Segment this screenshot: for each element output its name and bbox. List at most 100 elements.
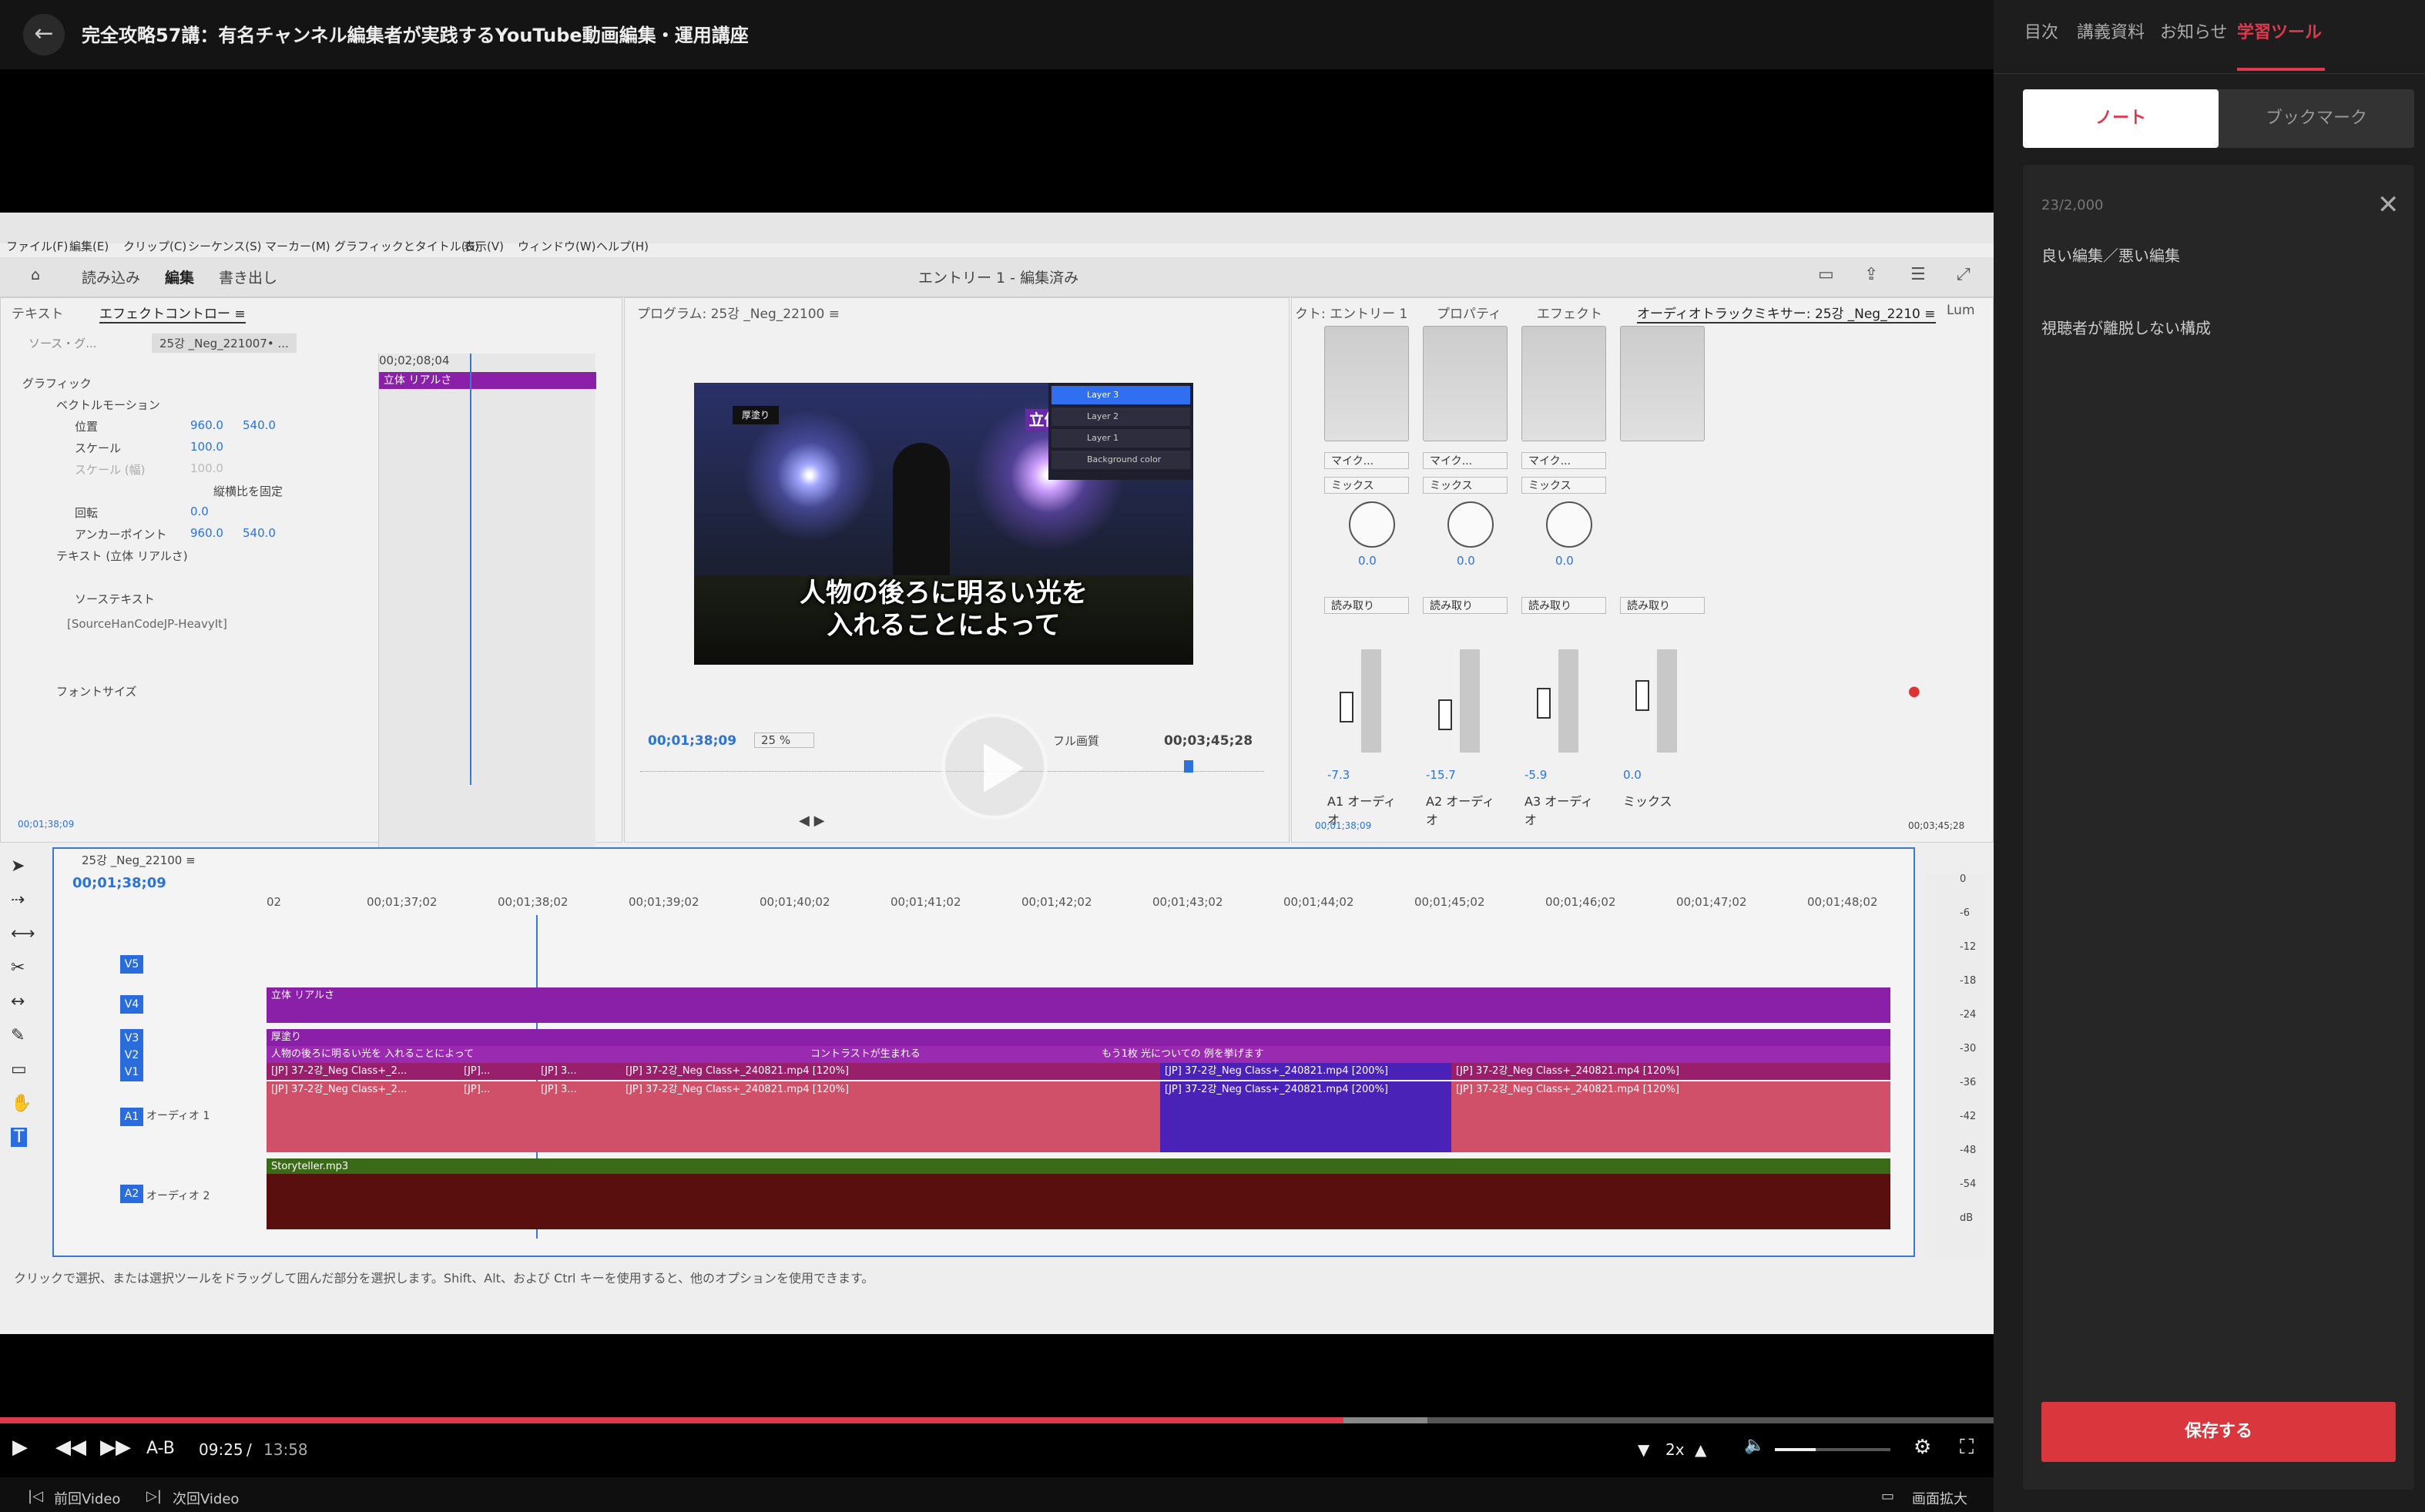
clip-a2-music[interactable]: Storyteller.mp3: [267, 1158, 1890, 1174]
scale-value[interactable]: 100.0: [190, 440, 223, 454]
automation-select[interactable]: 読み取り: [1521, 597, 1606, 614]
razor-icon[interactable]: ✂: [11, 958, 25, 977]
clip-v1[interactable]: [JP] 37-2강_Neg Class+_240821.mp4 [120%]: [621, 1063, 1160, 1080]
clip-v1[interactable]: [JP] 3...: [536, 1063, 621, 1080]
speed-down-icon[interactable]: ▼: [1638, 1440, 1649, 1459]
clip-v1[interactable]: [JP]...: [459, 1063, 536, 1080]
track-label[interactable]: V5: [120, 955, 143, 974]
track-label[interactable]: A2: [120, 1185, 143, 1203]
segment-note[interactable]: ノート: [2023, 89, 2219, 148]
tab-toc[interactable]: 目次: [2024, 18, 2058, 43]
volume-fader[interactable]: [1635, 680, 1649, 711]
volume-slider[interactable]: [1775, 1448, 1890, 1451]
track-label[interactable]: V2: [120, 1046, 143, 1064]
forward-icon[interactable]: ▶▶: [100, 1436, 131, 1459]
pan-value[interactable]: 0.0: [1457, 554, 1475, 568]
video-frame[interactable]: ファイル(F) 編集(E) クリップ(C) シーケンス(S) マーカー(M) グ…: [0, 213, 1994, 1334]
clip-v2[interactable]: もう1枚 光についての 例を挙げます: [1097, 1046, 1890, 1063]
type-tool-icon[interactable]: T: [11, 1128, 28, 1147]
save-button[interactable]: 保存する: [2041, 1402, 2396, 1462]
lock-ratio[interactable]: 縦横比を固定: [213, 483, 283, 499]
settings-gear-icon[interactable]: ⚙: [1914, 1436, 1931, 1459]
anchor-y[interactable]: 540.0: [243, 526, 276, 540]
anchor-x[interactable]: 960.0: [190, 526, 223, 540]
theater-icon[interactable]: ▭: [1881, 1488, 1894, 1504]
volume-icon[interactable]: 🔈: [1744, 1436, 1765, 1455]
position-x[interactable]: 960.0: [190, 418, 223, 432]
next-video-link[interactable]: 次回Video: [173, 1488, 239, 1508]
rotation-value[interactable]: 0.0: [190, 505, 209, 518]
mode-select[interactable]: ミックス: [1324, 477, 1409, 494]
font-name[interactable]: [SourceHanCodeJP-HeavyIt]: [67, 617, 227, 631]
fullscreen-icon[interactable]: ⛶: [1960, 1436, 1974, 1460]
segment-bookmark[interactable]: ブックマーク: [2219, 89, 2414, 148]
tab-materials[interactable]: 講義資料: [2077, 18, 2145, 43]
prev-video-link[interactable]: 前回Video: [54, 1488, 120, 1508]
ripple-icon[interactable]: ⟷: [11, 924, 35, 944]
note-editor[interactable]: 23/2,000 ✕ 良い編集／悪い編集 視聴者が離脱しない構成 保存する: [2023, 165, 2414, 1490]
selection-tool-icon[interactable]: ➤: [11, 857, 25, 876]
clip-a1[interactable]: [JP] 37-2강_Neg Class+_2...: [267, 1081, 459, 1152]
track-label[interactable]: A1: [120, 1108, 143, 1126]
close-icon[interactable]: ✕: [2377, 189, 2400, 220]
hand-icon[interactable]: ✋: [11, 1094, 32, 1113]
clip-a1[interactable]: [JP] 37-2강_Neg Class+_240821.mp4 [200%]: [1160, 1081, 1451, 1152]
mode-select[interactable]: ミックス: [1521, 477, 1606, 494]
input-select[interactable]: マイク...: [1521, 452, 1606, 469]
volume-fader[interactable]: [1537, 688, 1551, 719]
clip-v2[interactable]: 人物の後ろに明るい光を 入れることによって: [267, 1046, 806, 1063]
slip-icon[interactable]: ↔: [11, 992, 25, 1011]
automation-select[interactable]: 読み取り: [1620, 597, 1705, 614]
automation-select[interactable]: 読み取り: [1423, 597, 1508, 614]
big-play-button[interactable]: [941, 713, 1048, 820]
clip-a1[interactable]: [JP] 37-2강_Neg Class+_240821.mp4 [120%]: [621, 1081, 1160, 1152]
track-label[interactable]: V4: [120, 995, 143, 1014]
char-count: 23/2,000: [2041, 197, 2104, 213]
mode-select[interactable]: ミックス: [1423, 477, 1508, 494]
play-icon[interactable]: ▶: [12, 1436, 28, 1459]
input-select[interactable]: マイク...: [1324, 452, 1409, 469]
automation-select[interactable]: 読み取り: [1324, 597, 1409, 614]
ab-repeat-button[interactable]: A-B: [146, 1439, 175, 1458]
progress-bar[interactable]: [0, 1417, 1994, 1423]
rewind-icon[interactable]: ◀◀: [55, 1436, 86, 1459]
pan-knob[interactable]: [1447, 501, 1494, 548]
next-video-icon[interactable]: ▷|: [146, 1488, 162, 1504]
clip-v1[interactable]: [JP] 37-2강_Neg Class+_2...: [267, 1063, 459, 1080]
track-select-icon[interactable]: ⇢: [11, 890, 25, 910]
pen-icon[interactable]: ✎: [11, 1026, 25, 1045]
volume-fader[interactable]: [1438, 699, 1452, 730]
tab-news[interactable]: お知らせ: [2160, 18, 2228, 43]
quality-select[interactable]: フル画質: [1053, 733, 1099, 749]
record-icon[interactable]: ●: [1908, 683, 1920, 699]
clip-v2[interactable]: コントラストが生まれる: [806, 1046, 1097, 1063]
pan-knob[interactable]: [1546, 501, 1592, 548]
clip-v3[interactable]: 厚塗り: [267, 1029, 1890, 1046]
input-select[interactable]: マイク...: [1423, 452, 1508, 469]
speed-up-icon[interactable]: ▲: [1695, 1440, 1706, 1459]
play-icon[interactable]: ◀ ▶: [799, 813, 824, 829]
zoom-select[interactable]: 25 %: [754, 733, 815, 748]
clip-a1[interactable]: [JP] 37-2강_Neg Class+_240821.mp4 [120%]: [1451, 1081, 1890, 1152]
position-y[interactable]: 540.0: [243, 418, 276, 432]
timeline-panel: 25강 _Neg_22100 ≡ 00;01;38;09 02 00;01;37;…: [52, 847, 1915, 1257]
mixer-time-right: 00;03;45;28: [1908, 820, 1965, 831]
clip-v4[interactable]: 立体 リアルさ: [267, 987, 1890, 1023]
pan-value[interactable]: 0.0: [1555, 554, 1574, 568]
app-root: ← 完全攻略57講：有名チャンネル編集者が実践するYouTube動画編集・運用講…: [0, 0, 2425, 1512]
volume-fader[interactable]: [1340, 692, 1353, 722]
prev-video-icon[interactable]: |◁: [28, 1488, 43, 1504]
back-button[interactable]: ←: [23, 14, 65, 55]
clip-a1[interactable]: [JP]...: [459, 1081, 536, 1152]
track-label[interactable]: V1: [120, 1063, 143, 1081]
pan-value[interactable]: 0.0: [1358, 554, 1377, 568]
theater-mode-button[interactable]: 画面拡大: [1912, 1488, 1967, 1508]
tab-study-tools[interactable]: 学習ツール: [2237, 18, 2322, 43]
program-playhead[interactable]: [1184, 760, 1193, 773]
pan-knob[interactable]: [1349, 501, 1395, 548]
clip-v1[interactable]: [JP] 37-2강_Neg Class+_240821.mp4 [120%]: [1451, 1063, 1890, 1080]
rect-icon[interactable]: ▭: [11, 1060, 27, 1079]
clip-a1[interactable]: [JP] 3...: [536, 1081, 621, 1152]
track-label[interactable]: V3: [120, 1029, 143, 1048]
clip-v1[interactable]: [JP] 37-2강_Neg Class+_240821.mp4 [200%]: [1160, 1063, 1451, 1080]
